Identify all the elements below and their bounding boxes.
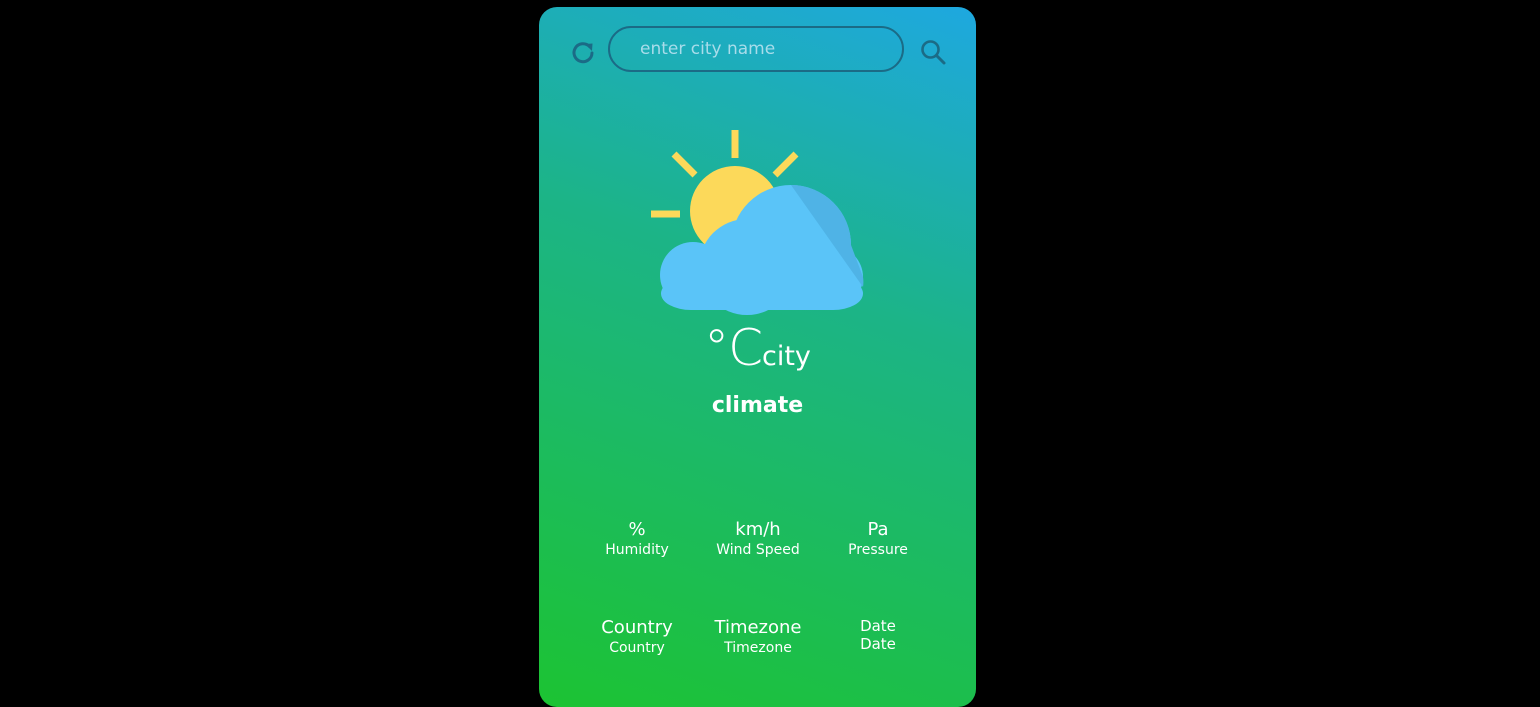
date-label: Date (860, 635, 896, 653)
search-icon[interactable] (919, 38, 947, 66)
partly-cloudy-icon (651, 130, 864, 315)
country-label: Country (609, 640, 665, 656)
humidity-stat: % Humidity (577, 519, 697, 559)
city-name: city (762, 341, 811, 372)
timezone-value: Timezone (714, 617, 802, 638)
city-search-input[interactable] (608, 26, 904, 72)
pressure-label: Pressure (848, 542, 908, 558)
temperature-value: °C (704, 319, 763, 377)
humidity-label: Humidity (605, 542, 669, 558)
country-value: Country (601, 617, 673, 638)
weather-card: °Ccity climate % Humidity km/h Wind Spee… (539, 7, 976, 707)
timezone-stat: Timezone Timezone (698, 617, 818, 657)
pressure-value: Pa (867, 519, 889, 540)
timezone-label: Timezone (724, 640, 792, 656)
temperature-row: °Ccity (539, 319, 976, 377)
date-value: Date (860, 617, 896, 635)
humidity-value: % (628, 519, 646, 540)
search-bar (539, 26, 976, 76)
date-stat: Date Date (818, 617, 938, 653)
wind-speed-value: km/h (735, 519, 781, 540)
wind-speed-stat: km/h Wind Speed (698, 519, 818, 559)
wind-speed-label: Wind Speed (716, 542, 800, 558)
refresh-icon[interactable] (569, 38, 597, 66)
pressure-stat: Pa Pressure (818, 519, 938, 559)
country-stat: Country Country (577, 617, 697, 657)
climate-description: climate (711, 393, 804, 418)
